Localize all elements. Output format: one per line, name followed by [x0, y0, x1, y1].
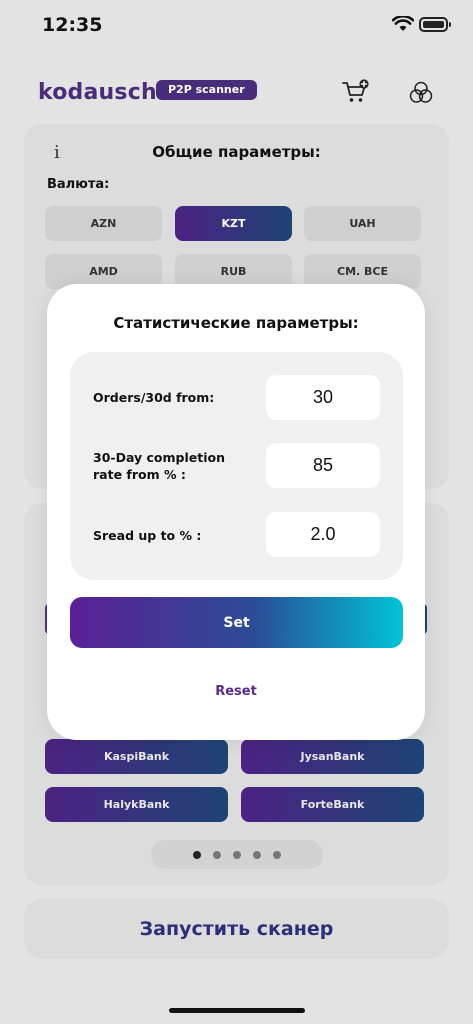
bank-button-halykbank[interactable]: HalykBank [45, 787, 228, 822]
brand-badge: P2P scanner [156, 80, 257, 100]
wifi-icon [392, 16, 414, 31]
bank-button-fortebank[interactable]: ForteBank [241, 787, 424, 822]
modal-title: Статистические параметры: [113, 314, 359, 332]
set-button[interactable]: Set [70, 597, 403, 648]
start-scanner-button[interactable]: Запустить сканер [24, 899, 449, 959]
page-dot[interactable] [233, 850, 241, 859]
battery-icon [419, 17, 448, 32]
page-dot[interactable] [213, 850, 221, 859]
page-dot[interactable] [273, 850, 281, 859]
modal-fields-panel: Orders/30d from: 30-Day completion rate … [70, 352, 403, 580]
coins-icon[interactable] [408, 80, 434, 106]
bank-button-kaspibank[interactable]: KaspiBank [45, 739, 228, 774]
general-params-title: Общие параметры: [152, 143, 321, 161]
spread-field-label: Sread up to % : [93, 528, 202, 543]
status-time: 12:35 [42, 14, 103, 36]
currency-chip-azn[interactable]: AZN [45, 206, 162, 241]
currency-chip-kzt[interactable]: KZT [175, 206, 292, 241]
completion-field-label: 30-Day completion rate from % : [93, 450, 225, 482]
currency-chip-uah[interactable]: UAH [304, 206, 421, 241]
brand-logo: kodausch [38, 80, 157, 105]
page-indicator [151, 840, 323, 869]
orders-field-label: Orders/30d from: [93, 390, 215, 405]
currency-label: Валюта: [47, 177, 110, 192]
home-indicator [169, 1008, 305, 1013]
page-dot[interactable] [253, 850, 261, 859]
bank-button-jysanbank[interactable]: JysanBank [241, 739, 424, 774]
page-dot[interactable] [193, 850, 201, 859]
reset-button[interactable]: Reset [47, 684, 425, 699]
orders-input[interactable] [266, 375, 380, 420]
battery-tip [449, 22, 451, 27]
stats-params-modal: Статистические параметры: Orders/30d fro… [47, 284, 425, 740]
cart-add-icon[interactable] [342, 79, 370, 105]
spread-input[interactable] [266, 512, 380, 557]
completion-input[interactable] [266, 443, 380, 488]
